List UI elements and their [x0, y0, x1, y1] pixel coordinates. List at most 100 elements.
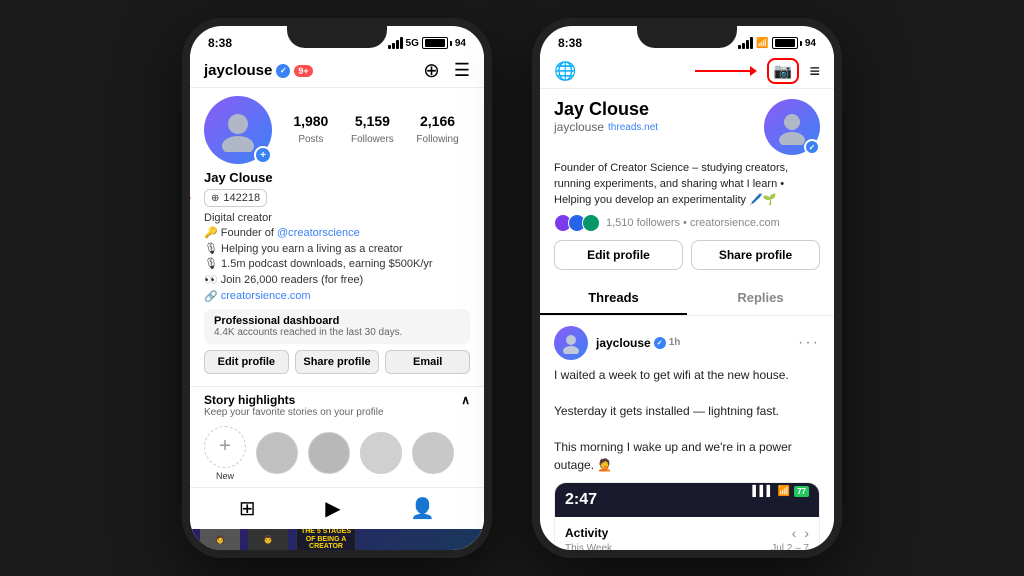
threads-avatar-image: [774, 109, 810, 145]
ig-reel-strip: 👩 👨 THE 5 STAGES OF BEING A CREATOR: [190, 529, 484, 550]
instagram-link-button[interactable]: 📷: [767, 58, 800, 84]
threads-status-time: 8:38: [558, 36, 582, 50]
email-button[interactable]: Email: [385, 350, 470, 374]
story-circle-4[interactable]: [412, 432, 454, 474]
ig-name-row: Jay Clouse: [204, 170, 470, 185]
reel-thumb-2[interactable]: 👨: [248, 529, 288, 550]
embed-week: This Week Jul 2 – 7: [565, 543, 809, 550]
nav-reels-icon[interactable]: ▶: [325, 496, 340, 521]
following-label: Following: [416, 134, 458, 145]
th-name-block: Jay Clouse jayclouse threads.net: [554, 99, 764, 134]
link-icon: 🔗: [204, 290, 218, 303]
embed-nav: ‹ ›: [792, 525, 809, 541]
post-verified: ✓: [654, 337, 666, 349]
bio-line-1: 🔑 Founder of @creatorscience: [204, 226, 470, 241]
th-name-avatar-row: Jay Clouse jayclouse threads.net ✓: [554, 99, 820, 155]
threads-share-profile-button[interactable]: Share profile: [691, 240, 820, 270]
embed-signals: ▌▌▌ 📶 77: [752, 486, 809, 497]
ig-header-icons: ⊕ ☰: [423, 58, 470, 83]
tab-replies[interactable]: Replies: [687, 282, 834, 315]
tab-threads[interactable]: Threads: [540, 282, 687, 315]
reel-thumb-3[interactable]: THE 5 STAGES OF BEING A CREATOR: [296, 529, 356, 550]
bio-link[interactable]: 🔗 creatorsience.com: [204, 290, 470, 303]
story-title-text: Story highlights: [204, 393, 295, 407]
story-circle-3[interactable]: [360, 432, 402, 474]
notch-threads: [637, 26, 737, 48]
ig-bio: Digital creator 🔑 Founder of @creatorsci…: [204, 211, 470, 303]
threads-battery-level: 94: [805, 38, 816, 49]
threads-handle-link[interactable]: threads.net: [608, 122, 658, 133]
embed-body: Activity ‹ › This Week Jul 2 – 7 Interne…: [555, 517, 819, 550]
threads-followers: 1,510 followers • creatorsience.com: [554, 214, 820, 232]
reel-thumb-1[interactable]: 👩: [200, 529, 240, 550]
post-text: I waited a week to get wifi at the new h…: [554, 366, 820, 474]
threads-menu-icon[interactable]: ≡: [809, 61, 820, 82]
followers-count: 5,159: [351, 113, 394, 129]
dashboard-subtitle: 4.4K accounts reached in the last 30 day…: [214, 327, 460, 338]
threads-profile-section: Jay Clouse jayclouse threads.net ✓ Found…: [540, 89, 834, 276]
story-circle-2[interactable]: [308, 432, 350, 474]
threads-header: 🌐 📷 ≡: [540, 54, 834, 89]
bio-line-2: 🎙 Helping you earn a living as a creator: [204, 242, 470, 257]
ig-bottom-nav: ⊞ ▶ 👤: [190, 487, 484, 529]
post-avatar-image: [560, 332, 582, 354]
story-circles: + New: [204, 426, 470, 481]
threads-header-right: 📷 ≡: [695, 58, 820, 84]
new-story-label: New: [216, 471, 234, 481]
embed-status-bar: 2:47 ▌▌▌ 📶 77: [555, 483, 819, 517]
post-time: 1h: [669, 337, 681, 348]
nav-home-icon[interactable]: ⊞: [239, 496, 256, 521]
threads-avatar: ✓: [764, 99, 820, 155]
posts-count: 1,980: [293, 113, 328, 129]
threads-count-box[interactable]: ⊕ 142218: [204, 189, 267, 207]
verified-badge: ✓: [276, 64, 290, 78]
professional-dashboard[interactable]: Professional dashboard 4.4K accounts rea…: [204, 309, 470, 344]
instagram-screen: jayclouse ✓ 9+ ⊕ ☰: [190, 54, 484, 550]
threads-edit-profile-button[interactable]: Edit profile: [554, 240, 683, 270]
embed-section-title: Activity: [565, 526, 608, 540]
avatar-image: [216, 108, 260, 152]
ig-display-name: Jay Clouse: [204, 170, 273, 185]
ig-username-text: jayclouse: [204, 62, 272, 79]
threads-tabs: Threads Replies: [540, 282, 834, 316]
followers-stat[interactable]: 5,159 Followers: [351, 113, 394, 147]
embed-prev-button[interactable]: ‹: [792, 525, 797, 541]
bio-line-3: 🎙 1.5m podcast downloads, earning $500K/…: [204, 257, 470, 272]
share-profile-button[interactable]: Share profile: [295, 350, 380, 374]
edit-profile-button[interactable]: Edit profile: [204, 350, 289, 374]
ig-profile-section: + 1,980 Posts 5,159 Followers 2,166 Foll…: [190, 88, 484, 382]
th-handle-row: jayclouse threads.net: [554, 120, 764, 134]
post-username-text: jayclouse: [596, 336, 651, 350]
menu-icon[interactable]: ☰: [454, 60, 470, 81]
avatar-container: +: [204, 96, 272, 164]
post-line-1: I waited a week to get wifi at the new h…: [554, 366, 820, 384]
embed-time: 2:47: [565, 491, 597, 509]
story-highlights-title: Story highlights ∧: [204, 393, 470, 407]
arrow-head: [190, 193, 191, 203]
globe-icon[interactable]: 🌐: [554, 61, 576, 82]
add-post-icon[interactable]: ⊕: [423, 58, 440, 83]
new-story-button[interactable]: +: [204, 426, 246, 468]
ig-header-username: jayclouse ✓ 9+: [204, 62, 313, 79]
bio-role: Digital creator: [204, 211, 470, 226]
post-username: jayclouse ✓ 1h: [596, 336, 790, 350]
follower-count-text[interactable]: 1,510 followers • creatorsience.com: [606, 217, 780, 229]
mini-avatar-3: [582, 214, 600, 232]
threads-arrow-line: [695, 70, 750, 72]
embed-next-button[interactable]: ›: [804, 525, 809, 541]
post-header: jayclouse ✓ 1h ···: [554, 326, 820, 360]
story-circle-1[interactable]: [256, 432, 298, 474]
following-stat[interactable]: 2,166 Following: [416, 113, 458, 147]
embed-wifi: 📶: [778, 486, 790, 497]
post-more-button[interactable]: ···: [798, 334, 820, 352]
post-meta: jayclouse ✓ 1h: [596, 336, 790, 350]
nav-profile-icon[interactable]: 👤: [410, 496, 435, 521]
followers-label: Followers: [351, 134, 394, 145]
threads-verified-badge: ✓: [804, 139, 820, 155]
story-collapse-icon[interactable]: ∧: [461, 393, 470, 407]
posts-label: Posts: [298, 134, 323, 145]
threads-arrow: [190, 193, 191, 203]
post-avatar: [554, 326, 588, 360]
battery-icon: [422, 37, 452, 49]
add-story-button[interactable]: +: [254, 146, 272, 164]
